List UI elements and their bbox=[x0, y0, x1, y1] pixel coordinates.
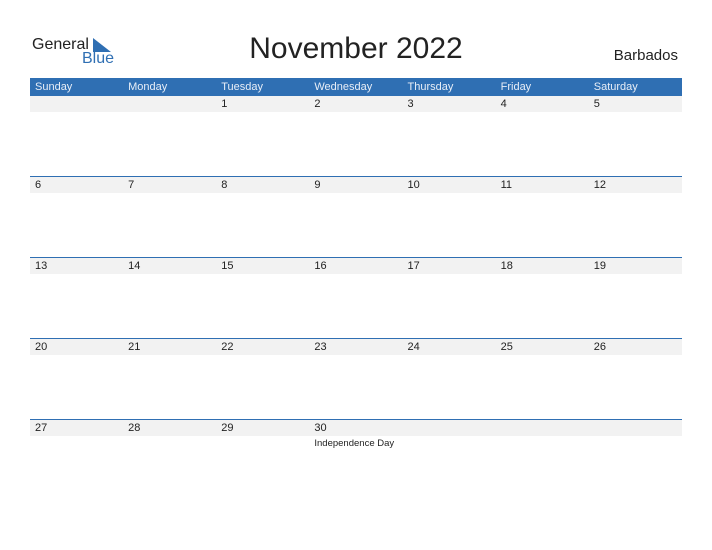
day-number: 3 bbox=[407, 98, 414, 110]
day-number: 19 bbox=[593, 260, 606, 272]
country-label: Barbados bbox=[613, 47, 678, 64]
week-row: 13 14 15 16 17 18 19 bbox=[30, 257, 682, 276]
day-number: 14 bbox=[128, 260, 141, 272]
holiday-event bbox=[216, 436, 309, 449]
holiday-event: Independence Day bbox=[314, 438, 395, 449]
holiday-event bbox=[30, 193, 123, 195]
holiday-event bbox=[403, 112, 496, 114]
day-number: 13 bbox=[35, 260, 48, 272]
day-number: 5 bbox=[593, 98, 600, 110]
day-number: 8 bbox=[221, 179, 228, 191]
holiday-event bbox=[309, 112, 402, 114]
day-number: 29 bbox=[221, 422, 234, 434]
day-number bbox=[403, 420, 496, 436]
holiday-event bbox=[496, 355, 589, 357]
day-number-strip: 13 14 15 16 17 18 19 bbox=[30, 258, 682, 274]
day-number: 1 bbox=[221, 98, 228, 110]
day-number: 26 bbox=[593, 341, 606, 353]
weekday-thursday: Thursday bbox=[407, 81, 454, 93]
holiday-event bbox=[496, 436, 589, 449]
day-number: 27 bbox=[35, 422, 48, 434]
holiday-event bbox=[123, 274, 216, 276]
holiday-event bbox=[589, 274, 682, 276]
holiday-event bbox=[123, 355, 216, 357]
holiday-event bbox=[30, 355, 123, 357]
events-row bbox=[30, 112, 682, 114]
events-row bbox=[30, 193, 682, 195]
events-row bbox=[30, 355, 682, 357]
day-number: 6 bbox=[35, 179, 42, 191]
day-number bbox=[496, 420, 589, 436]
holiday-event bbox=[496, 193, 589, 195]
holiday-event bbox=[496, 112, 589, 114]
day-number: 28 bbox=[128, 422, 141, 434]
week-row: 6 7 8 9 10 11 12 bbox=[30, 176, 682, 195]
day-number: 12 bbox=[593, 179, 606, 191]
day-number: 7 bbox=[128, 179, 135, 191]
week-row: 20 21 22 23 24 25 26 bbox=[30, 338, 682, 357]
day-number-strip: 6 7 8 9 10 11 12 bbox=[30, 177, 682, 193]
day-number bbox=[123, 96, 216, 112]
holiday-event bbox=[216, 193, 309, 195]
holiday-event bbox=[123, 436, 216, 449]
page-title: November 2022 bbox=[249, 32, 463, 65]
holiday-event bbox=[403, 274, 496, 276]
day-number: 22 bbox=[221, 341, 234, 353]
day-number: 11 bbox=[500, 179, 513, 191]
holiday-event bbox=[216, 274, 309, 276]
weekday-saturday: Saturday bbox=[593, 81, 638, 93]
day-number: 18 bbox=[500, 260, 513, 272]
holiday-event bbox=[589, 112, 682, 114]
holiday-event bbox=[216, 355, 309, 357]
holiday-event bbox=[30, 436, 123, 449]
holiday-event bbox=[309, 274, 402, 276]
day-number bbox=[589, 420, 682, 436]
day-number bbox=[30, 96, 123, 112]
day-number: 23 bbox=[314, 341, 327, 353]
holiday-event bbox=[403, 193, 496, 195]
weekday-friday: Friday bbox=[500, 81, 532, 93]
holiday-event bbox=[123, 193, 216, 195]
day-number: 15 bbox=[221, 260, 234, 272]
weekday-sunday: Sunday bbox=[35, 81, 73, 93]
day-number: 21 bbox=[128, 341, 141, 353]
day-number-strip: 1 2 3 4 5 bbox=[30, 96, 682, 112]
holiday-event bbox=[309, 355, 402, 357]
holiday-event bbox=[496, 274, 589, 276]
weekday-tuesday: Tuesday bbox=[221, 81, 264, 93]
holiday-event bbox=[589, 355, 682, 357]
day-number: 4 bbox=[500, 98, 507, 110]
holiday-event bbox=[309, 193, 402, 195]
events-row bbox=[30, 274, 682, 276]
holiday-event bbox=[589, 436, 682, 449]
holiday-event bbox=[30, 112, 123, 114]
week-row: 1 2 3 4 5 bbox=[30, 96, 682, 114]
day-number: 16 bbox=[314, 260, 327, 272]
holiday-event bbox=[403, 355, 496, 357]
holiday-event bbox=[123, 112, 216, 114]
day-number: 20 bbox=[35, 341, 48, 353]
events-row: Independence Day bbox=[30, 436, 682, 449]
holiday-event bbox=[403, 436, 496, 449]
day-number: 2 bbox=[314, 98, 321, 110]
day-number-strip: 27 28 29 30 bbox=[30, 420, 682, 436]
day-number: 17 bbox=[407, 260, 420, 272]
day-number: 9 bbox=[314, 179, 321, 191]
weekday-monday: Monday bbox=[128, 81, 168, 93]
day-number: 30 bbox=[314, 422, 327, 434]
day-number: 24 bbox=[407, 341, 420, 353]
weekday-header: Sunday Monday Tuesday Wednesday Thursday… bbox=[30, 78, 682, 96]
week-row: 27 28 29 30 Independence Day bbox=[30, 419, 682, 449]
day-number: 25 bbox=[500, 341, 513, 353]
holiday-event bbox=[30, 274, 123, 276]
holiday-event bbox=[216, 112, 309, 114]
day-number: 10 bbox=[407, 179, 420, 191]
day-number-strip: 20 21 22 23 24 25 26 bbox=[30, 339, 682, 355]
holiday-event bbox=[589, 193, 682, 195]
weekday-wednesday: Wednesday bbox=[314, 81, 373, 93]
